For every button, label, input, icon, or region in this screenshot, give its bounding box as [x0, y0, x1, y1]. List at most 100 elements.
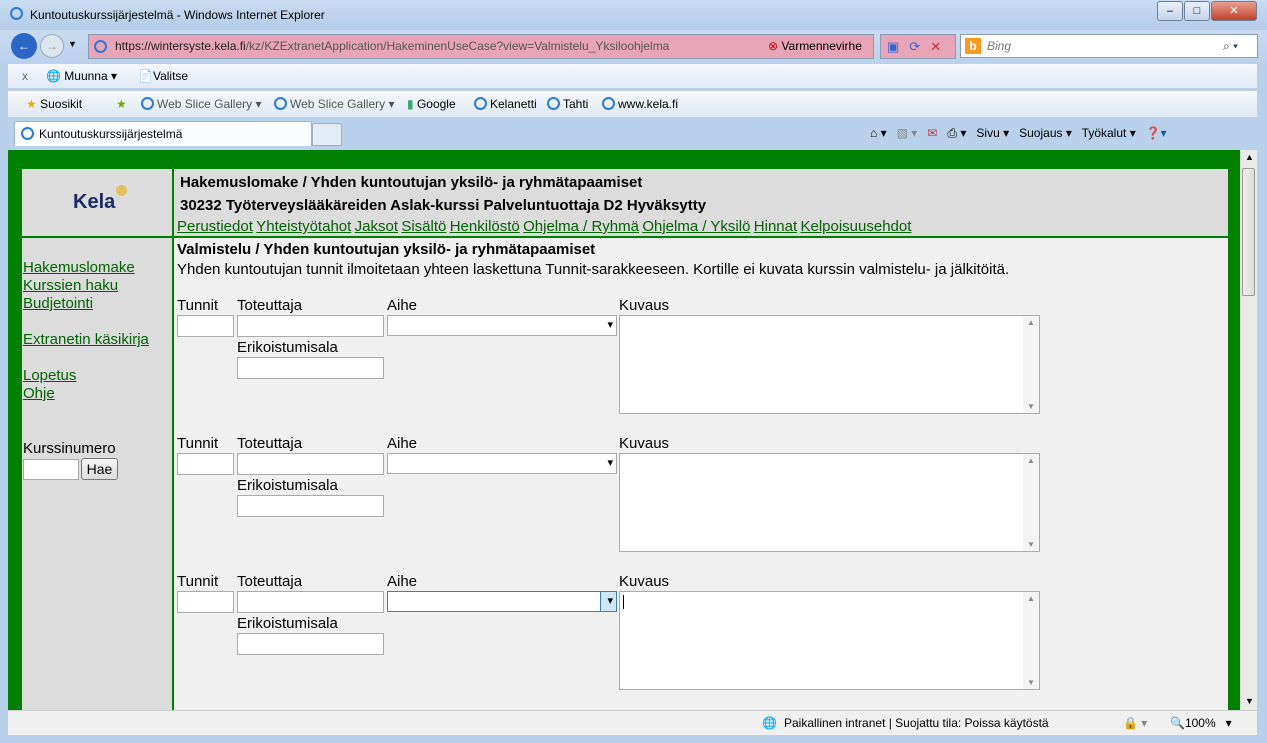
- topic-select[interactable]: [387, 453, 617, 474]
- favorite-kela[interactable]: www.kela.fi: [602, 92, 678, 116]
- tab-jaksot[interactable]: Jaksot: [355, 218, 398, 235]
- description-textarea[interactable]: ▲ ▼: [619, 591, 1040, 690]
- help-icon[interactable]: ❓▾: [1146, 126, 1167, 140]
- print-icon[interactable]: ⎙ ▾: [947, 126, 966, 140]
- hours-input[interactable]: [177, 591, 234, 613]
- tab-kelpoisuusehdot[interactable]: Kelpoisuusehdot: [800, 218, 911, 235]
- favorite-kelanetti[interactable]: Kelanetti: [474, 92, 537, 116]
- specialty-input[interactable]: [237, 495, 384, 517]
- scroll-down-icon[interactable]: ▼: [1245, 696, 1254, 706]
- close-toolbar-icon[interactable]: x: [22, 64, 28, 88]
- specialty-input[interactable]: [237, 357, 384, 379]
- window-title: Kuntoutuskurssijärjestelmä - Windows Int…: [30, 8, 325, 22]
- provider-input[interactable]: [237, 453, 384, 475]
- security-zone-status[interactable]: Paikallinen intranet | Suojattu tila: Po…: [784, 711, 1049, 736]
- history-dropdown-icon[interactable]: ▼: [68, 39, 77, 49]
- ie-icon: [21, 127, 34, 140]
- close-window-button[interactable]: ✕: [1211, 1, 1257, 21]
- favorites-bar: ★ Suosikit ★ Web Slice Gallery ▾ Web Sli…: [8, 90, 1257, 117]
- zoom-icon: 🔍: [1170, 716, 1185, 730]
- program-row: Tunnit Toteuttaja Aihe Kuvaus Erikoistum…: [174, 435, 1228, 573]
- tab-ohjelma-ryhma[interactable]: Ohjelma / Ryhmä: [523, 218, 639, 235]
- sidebar-item-kurssien-haku[interactable]: Kurssien haku: [23, 277, 118, 294]
- search-course-button[interactable]: Hae: [81, 458, 118, 480]
- command-toolbar: x 🌐 Muunna ▾ 📄Valitse: [8, 63, 1257, 88]
- sidebar-item-hakemuslomake[interactable]: Hakemuslomake: [23, 259, 135, 276]
- zoom-level[interactable]: 🔍100% ▾: [1170, 711, 1232, 736]
- course-number-input[interactable]: [23, 459, 79, 480]
- compat-view-icon[interactable]: ▣: [887, 39, 909, 54]
- favorite-web-slice-2[interactable]: Web Slice Gallery ▾: [274, 92, 395, 116]
- browser-tab[interactable]: Kuntoutuskurssijärjestelmä: [14, 121, 312, 146]
- search-input[interactable]: b Bing ⌕ ▾: [960, 34, 1258, 58]
- topic-select[interactable]: [387, 315, 617, 336]
- status-bar: 🌐 Paikallinen intranet | Suojattu tila: …: [8, 710, 1257, 735]
- favorite-web-slice-1[interactable]: Web Slice Gallery ▾: [141, 92, 262, 116]
- specialty-label: Erikoistumisala: [237, 477, 338, 494]
- tab-perustiedot[interactable]: Perustiedot: [177, 218, 253, 235]
- address-bar[interactable]: https://wintersyste.kela.fi/kz/KZExtrane…: [88, 34, 874, 59]
- intranet-zone-icon: 🌐: [762, 716, 777, 730]
- back-button[interactable]: ←: [11, 33, 37, 59]
- provider-input[interactable]: [237, 315, 384, 337]
- convert-button[interactable]: 🌐 Muunna ▾: [46, 64, 117, 88]
- description-textarea[interactable]: ▲ ▼: [619, 453, 1040, 552]
- mail-icon[interactable]: ✉: [927, 126, 937, 140]
- favorite-google[interactable]: ▮ Google: [407, 92, 456, 116]
- favorites-button[interactable]: ★ Suosikit: [26, 92, 82, 116]
- refresh-icon[interactable]: ⟳: [909, 39, 930, 54]
- topic-label: Aihe: [387, 435, 418, 452]
- tab-sisalto[interactable]: Sisältö: [401, 218, 446, 235]
- add-favorite-icon[interactable]: ★: [116, 92, 127, 116]
- provider-input[interactable]: [237, 591, 384, 613]
- favorite-tahti[interactable]: Tahti: [547, 92, 588, 116]
- search-icon[interactable]: ⌕ ▾: [1223, 35, 1238, 57]
- select-button[interactable]: 📄Valitse: [138, 64, 188, 88]
- sidebar-item-lopetus[interactable]: Lopetus: [23, 367, 76, 384]
- certificate-error[interactable]: ⊗ Varmennevirhe: [768, 34, 862, 59]
- hours-input[interactable]: [177, 315, 234, 337]
- description-textarea[interactable]: ▲ ▼: [619, 315, 1040, 414]
- specialty-label: Erikoistumisala: [237, 339, 338, 356]
- sidebar-item-budjetointi[interactable]: Budjetointi: [23, 295, 93, 312]
- section-info: Yhden kuntoutujan tunnit ilmoitetaan yht…: [177, 261, 1010, 278]
- textarea-scrollbar[interactable]: ▲ ▼: [1023, 592, 1039, 689]
- scroll-up-icon[interactable]: ▲: [1245, 152, 1254, 162]
- minimize-button[interactable]: –: [1157, 1, 1183, 21]
- tools-menu[interactable]: Työkalut ▾: [1082, 126, 1136, 140]
- page-menu[interactable]: Sivu ▾: [976, 126, 1009, 140]
- topic-label: Aihe: [387, 573, 418, 590]
- safety-menu[interactable]: Suojaus ▾: [1019, 126, 1072, 140]
- hours-label: Tunnit: [177, 435, 219, 452]
- maximize-button[interactable]: □: [1184, 1, 1210, 21]
- sidebar-item-ohje[interactable]: Ohje: [23, 385, 55, 402]
- stop-icon[interactable]: ✕: [930, 39, 951, 54]
- tab-hinnat[interactable]: Hinnat: [754, 218, 797, 235]
- new-tab-button[interactable]: [312, 123, 342, 146]
- tab-ohjelma-yksilo[interactable]: Ohjelma / Yksilö: [642, 218, 750, 235]
- home-icon[interactable]: ⌂ ▾: [870, 126, 887, 140]
- error-icon: ⊗: [768, 39, 779, 53]
- topic-select[interactable]: [387, 591, 617, 612]
- protected-mode-icon[interactable]: 🔒 ▾: [1123, 711, 1147, 736]
- scrollbar-thumb[interactable]: [1242, 168, 1255, 296]
- description-label: Kuvaus: [619, 297, 670, 314]
- feeds-icon[interactable]: ▧ ▾: [897, 126, 918, 140]
- tab-yhteistyotahot[interactable]: Yhteistyötahot: [256, 218, 351, 235]
- form-tabs: Perustiedot Yhteistyötahot Jaksot Sisält…: [177, 218, 911, 235]
- page-content: Kela Hakemuslomake / Yhden kuntoutujan y…: [8, 150, 1240, 710]
- hours-input[interactable]: [177, 453, 234, 475]
- textarea-scrollbar[interactable]: ▲ ▼: [1023, 454, 1039, 551]
- provider-label: Toteuttaja: [237, 297, 303, 314]
- course-subtitle: 30232 Työterveyslääkäreiden Aslak-kurssi…: [180, 197, 707, 214]
- logo-mark-icon: [116, 185, 127, 196]
- forward-button[interactable]: →: [40, 34, 64, 58]
- page-title: Hakemuslomake / Yhden kuntoutujan yksilö…: [180, 174, 643, 191]
- textarea-scrollbar[interactable]: ▲ ▼: [1023, 316, 1039, 413]
- section-title: Valmistelu / Yhden kuntoutujan yksilö- j…: [177, 241, 596, 258]
- star-icon: ★: [26, 97, 37, 111]
- tab-henkilosto[interactable]: Henkilöstö: [450, 218, 520, 235]
- sidebar-item-kasikirja[interactable]: Extranetin käsikirja: [23, 331, 149, 348]
- url-path: /kz/KZExtranetApplication/HakeminenUseCa…: [245, 39, 670, 53]
- specialty-input[interactable]: [237, 633, 384, 655]
